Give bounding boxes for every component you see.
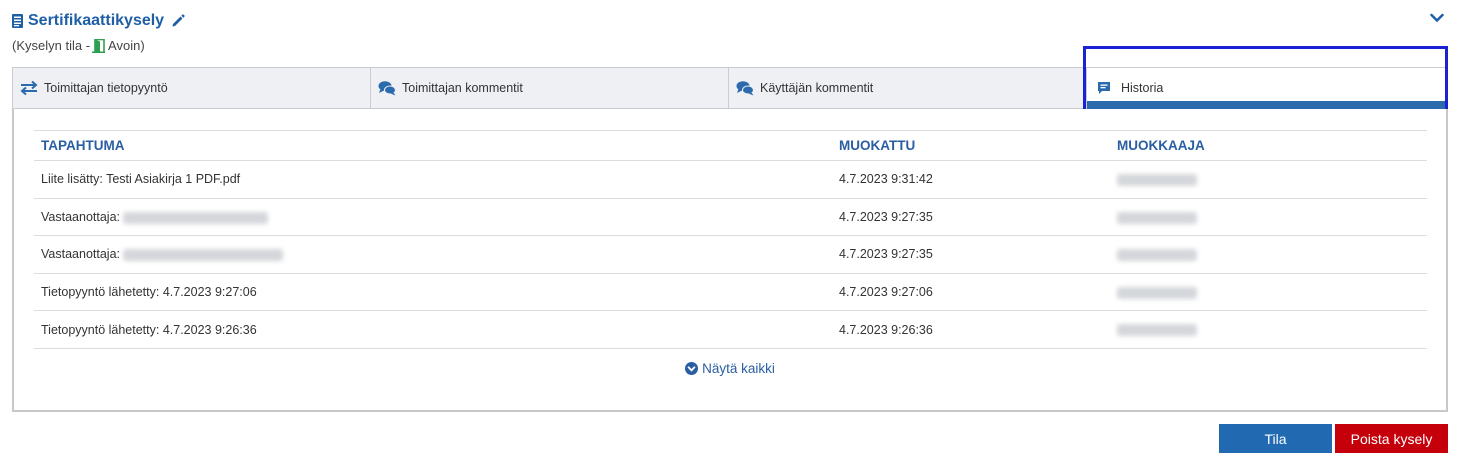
survey-status: (Kyselyn tila - Avoin) (12, 38, 145, 53)
editor-cell (1110, 235, 1427, 274)
event-cell: Liite lisätty: Testi Asiakirja 1 PDF.pdf (34, 160, 832, 199)
tab-label: Toimittajan kommentit (402, 81, 523, 95)
table-row: Vastaanottaja: 4.7.2023 9:27:35 (34, 235, 1427, 274)
editor-cell (1110, 273, 1427, 312)
event-cell: Vastaanottaja: (34, 235, 832, 274)
history-table: TAPAHTUMA MUOKATTU MUOKKAAJA Liite lisät… (34, 130, 1427, 349)
column-event[interactable]: TAPAHTUMA (34, 130, 832, 161)
page-title: Sertifikaattikysely (28, 12, 165, 29)
show-all-label: Näytä kaikki (702, 361, 775, 376)
message-icon (1098, 82, 1110, 94)
event-cell: Tietopyyntö lähetetty: 4.7.2023 9:26:36 (34, 310, 832, 349)
redacted-editor (1117, 174, 1197, 186)
redacted-recipient (123, 211, 269, 224)
comments-icon (378, 81, 396, 96)
status-prefix: (Kyselyn tila - (12, 38, 91, 53)
event-cell: Vastaanottaja: (34, 198, 832, 237)
redacted-editor (1117, 211, 1197, 224)
table-header-row: TAPAHTUMA MUOKATTU MUOKKAAJA (34, 130, 1427, 161)
modified-cell: 4.7.2023 9:26:36 (832, 310, 1110, 349)
modified-cell: 4.7.2023 9:27:06 (832, 273, 1110, 312)
tab-label: Historia (1121, 81, 1164, 95)
modified-cell: 4.7.2023 9:27:35 (832, 235, 1110, 274)
redacted-editor (1117, 286, 1197, 299)
status-button[interactable]: Tila (1219, 424, 1332, 453)
column-modified[interactable]: MUOKATTU (832, 130, 1110, 161)
exchange-arrows-icon (20, 80, 38, 96)
modified-cell: 4.7.2023 9:27:35 (832, 198, 1110, 237)
editor-cell (1110, 310, 1427, 349)
table-row: Vastaanottaja: 4.7.2023 9:27:35 (34, 198, 1427, 237)
show-all-link[interactable]: Näytä kaikki (14, 361, 1446, 376)
event-text: Vastaanottaja: (41, 209, 120, 224)
tab-label: Toimittajan tietopyyntö (44, 81, 168, 95)
event-cell: Tietopyyntö lähetetty: 4.7.2023 9:27:06 (34, 273, 832, 312)
tab-bar: Toimittajan tietopyyntö Toimittajan komm… (12, 67, 1448, 109)
chevron-circle-down-icon (685, 362, 699, 375)
open-door-icon (92, 38, 106, 53)
chevron-down-icon[interactable] (1430, 13, 1444, 23)
editor-cell (1110, 160, 1427, 199)
redacted-recipient (123, 249, 284, 262)
tab-history[interactable]: Historia (1086, 67, 1448, 109)
tab-label: Käyttäjän kommentit (760, 81, 874, 95)
modified-cell: 4.7.2023 9:31:42 (832, 160, 1110, 199)
editor-cell (1110, 198, 1427, 237)
status-value: Avoin) (108, 38, 145, 53)
column-editor[interactable]: MUOKKAAJA (1110, 130, 1427, 161)
table-row: Tietopyyntö lähetetty: 4.7.2023 9:26:36 … (34, 310, 1427, 349)
survey-header: Sertifikaattikysely (12, 10, 185, 32)
history-panel: TAPAHTUMA MUOKATTU MUOKKAAJA Liite lisät… (12, 109, 1448, 412)
event-text: Vastaanottaja: (41, 247, 120, 262)
comments-icon (736, 81, 754, 96)
table-row: Liite lisätty: Testi Asiakirja 1 PDF.pdf… (34, 160, 1427, 199)
edit-pencil-icon[interactable] (171, 14, 185, 28)
delete-survey-button[interactable]: Poista kysely (1335, 424, 1448, 453)
tab-user-comments[interactable]: Käyttäjän kommentit (728, 67, 1086, 109)
table-row: Tietopyyntö lähetetty: 4.7.2023 9:27:06 … (34, 273, 1427, 312)
redacted-editor (1117, 324, 1197, 337)
document-list-icon (12, 14, 23, 28)
tab-supplier-request[interactable]: Toimittajan tietopyyntö (12, 67, 370, 109)
tab-supplier-comments[interactable]: Toimittajan kommentit (370, 67, 728, 109)
redacted-editor (1117, 249, 1197, 262)
